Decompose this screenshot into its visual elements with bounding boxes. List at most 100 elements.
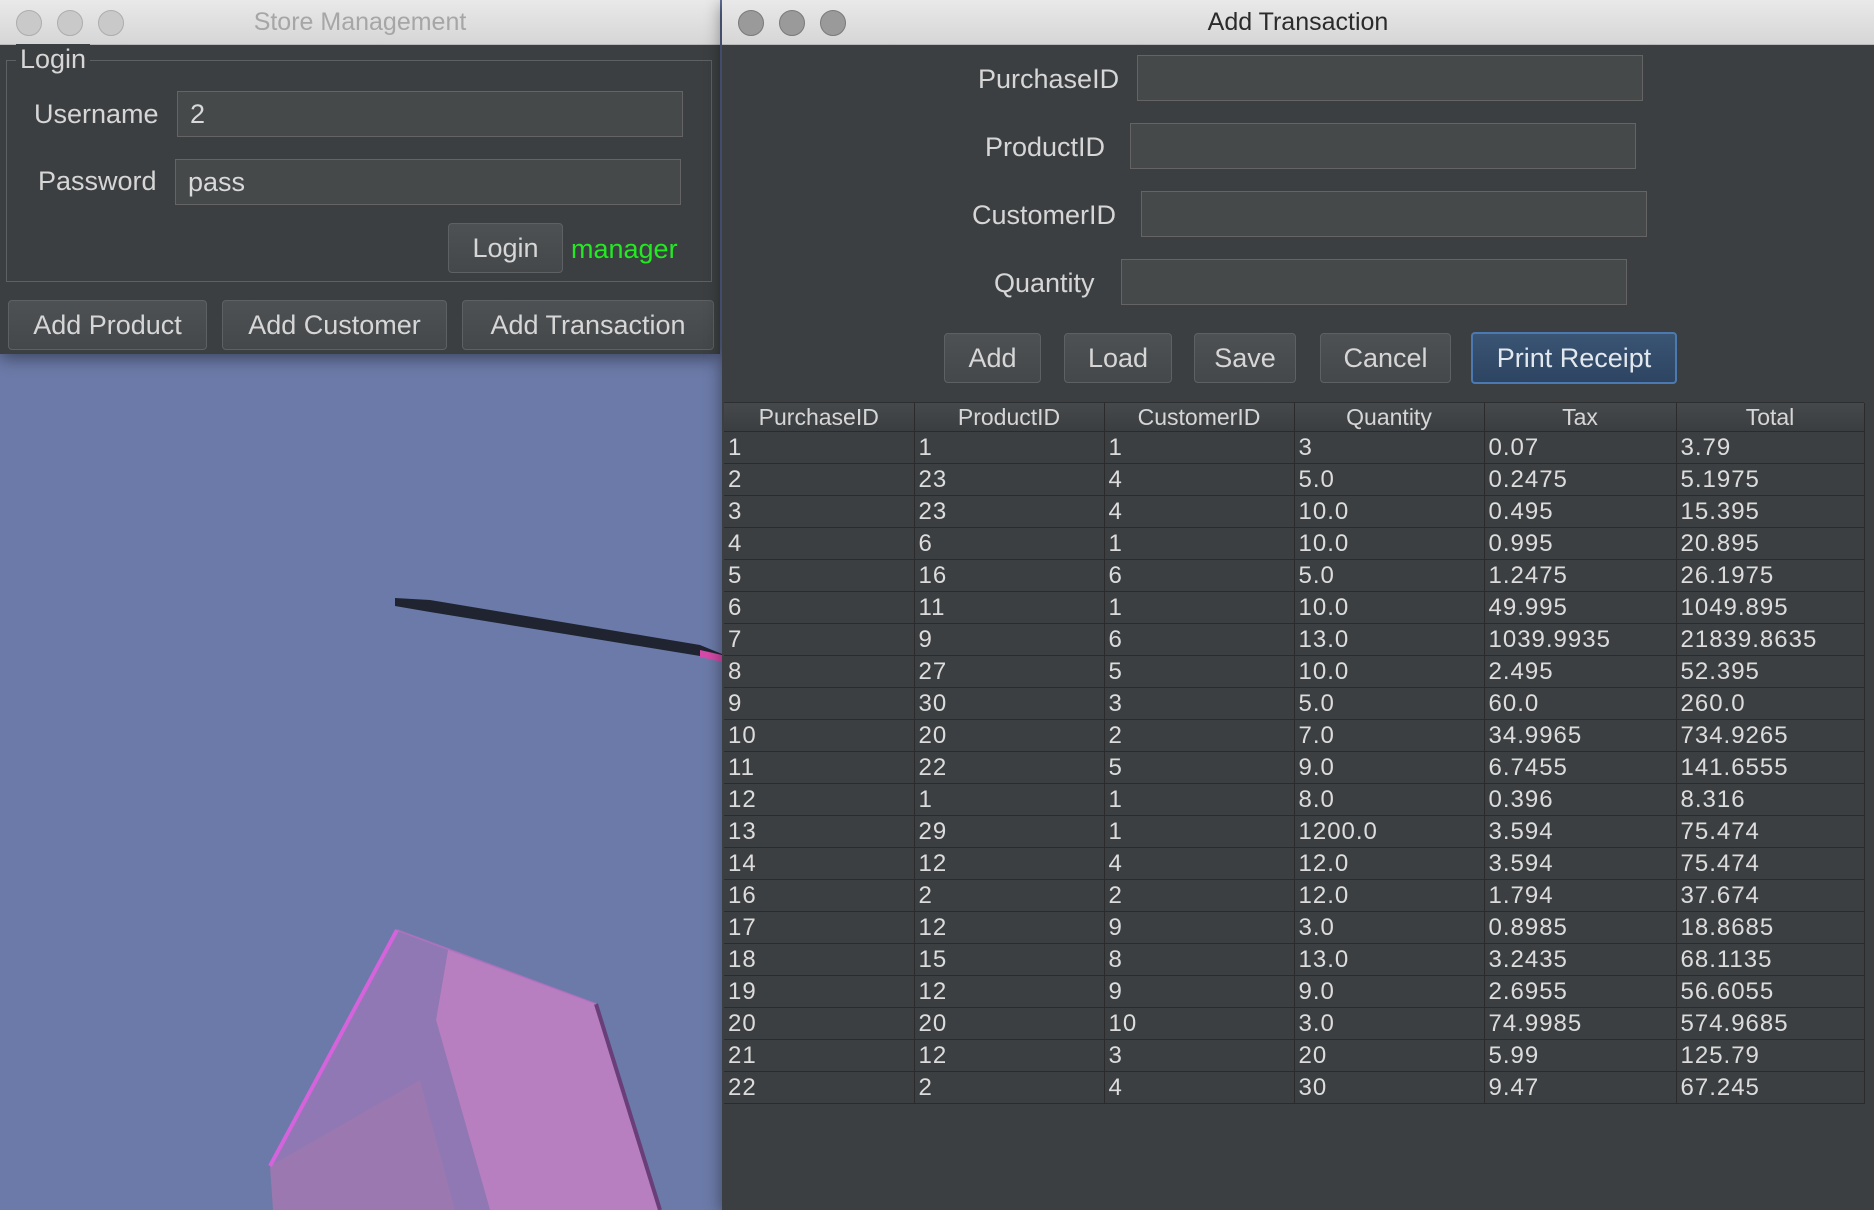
column-header-purchase-id[interactable]: PurchaseID [724,403,915,432]
tax-cell[interactable]: 3.594 [1484,847,1677,880]
table-row[interactable]: 8 27 5 10.0 2.495 52.395 [724,655,1865,688]
total-cell[interactable]: 75.474 [1676,847,1865,880]
password-field[interactable]: pass [175,159,681,205]
table-row[interactable]: 7 9 6 13.0 1039.9935 21839.8635 [724,623,1865,656]
customer-id-cell[interactable]: 3 [1104,687,1295,720]
purchase-id-cell[interactable]: 3 [724,495,915,528]
customer-id-cell[interactable]: 6 [1104,559,1295,592]
product-id-cell[interactable]: 12 [914,975,1105,1008]
tax-cell[interactable]: 34.9965 [1484,719,1677,752]
total-cell[interactable]: 68.1135 [1676,943,1865,976]
product-id-cell[interactable]: 1 [914,431,1105,464]
quantity-cell[interactable]: 13.0 [1294,623,1485,656]
zoom-window-icon[interactable] [820,10,846,36]
tax-cell[interactable]: 5.99 [1484,1039,1677,1072]
add-customer-button[interactable]: Add Customer [222,300,447,350]
total-cell[interactable]: 1049.895 [1676,591,1865,624]
purchase-id-cell[interactable]: 16 [724,879,915,912]
purchase-id-cell[interactable]: 18 [724,943,915,976]
table-row[interactable]: 2 23 4 5.0 0.2475 5.1975 [724,463,1865,496]
customer-id-cell[interactable]: 1 [1104,431,1295,464]
close-window-icon[interactable] [738,10,764,36]
purchase-id-cell[interactable]: 9 [724,687,915,720]
purchase-id-cell[interactable]: 21 [724,1039,915,1072]
product-id-cell[interactable]: 27 [914,655,1105,688]
table-row[interactable]: 20 20 10 3.0 74.9985 574.9685 [724,1007,1865,1040]
add-product-button[interactable]: Add Product [8,300,207,350]
purchase-id-cell[interactable]: 6 [724,591,915,624]
purchase-id-cell[interactable]: 1 [724,431,915,464]
total-cell[interactable]: 52.395 [1676,655,1865,688]
product-id-field[interactable] [1130,123,1636,169]
table-row[interactable]: 5 16 6 5.0 1.2475 26.1975 [724,559,1865,592]
quantity-cell[interactable]: 12.0 [1294,847,1485,880]
customer-id-cell[interactable]: 1 [1104,527,1295,560]
purchase-id-cell[interactable]: 2 [724,463,915,496]
tax-cell[interactable]: 2.6955 [1484,975,1677,1008]
tax-cell[interactable]: 0.995 [1484,527,1677,560]
tax-cell[interactable]: 0.396 [1484,783,1677,816]
customer-id-cell[interactable]: 1 [1104,783,1295,816]
tax-cell[interactable]: 9.47 [1484,1071,1677,1104]
quantity-cell[interactable]: 10.0 [1294,591,1485,624]
total-cell[interactable]: 260.0 [1676,687,1865,720]
product-id-cell[interactable]: 29 [914,815,1105,848]
tax-cell[interactable]: 74.9985 [1484,1007,1677,1040]
minimize-window-icon[interactable] [57,10,83,36]
total-cell[interactable]: 20.895 [1676,527,1865,560]
product-id-cell[interactable]: 22 [914,751,1105,784]
table-row[interactable]: 10 20 2 7.0 34.9965 734.9265 [724,719,1865,752]
quantity-cell[interactable]: 3 [1294,431,1485,464]
close-window-icon[interactable] [16,10,42,36]
tax-cell[interactable]: 1.794 [1484,879,1677,912]
purchase-id-cell[interactable]: 19 [724,975,915,1008]
purchase-id-cell[interactable]: 12 [724,783,915,816]
product-id-cell[interactable]: 20 [914,1007,1105,1040]
total-cell[interactable]: 26.1975 [1676,559,1865,592]
quantity-cell[interactable]: 3.0 [1294,1007,1485,1040]
product-id-cell[interactable]: 12 [914,1039,1105,1072]
quantity-cell[interactable]: 5.0 [1294,687,1485,720]
quantity-cell[interactable]: 30 [1294,1071,1485,1104]
tax-cell[interactable]: 3.594 [1484,815,1677,848]
quantity-cell[interactable]: 5.0 [1294,463,1485,496]
load-button[interactable]: Load [1064,333,1172,383]
total-cell[interactable]: 67.245 [1676,1071,1865,1104]
cancel-button[interactable]: Cancel [1320,333,1451,383]
total-cell[interactable]: 734.9265 [1676,719,1865,752]
customer-id-cell[interactable]: 2 [1104,879,1295,912]
table-row[interactable]: 18 15 8 13.0 3.2435 68.1135 [724,943,1865,976]
total-cell[interactable]: 37.674 [1676,879,1865,912]
add-transaction-button[interactable]: Add Transaction [462,300,714,350]
total-cell[interactable]: 574.9685 [1676,1007,1865,1040]
quantity-cell[interactable]: 5.0 [1294,559,1485,592]
quantity-cell[interactable]: 3.0 [1294,911,1485,944]
product-id-cell[interactable]: 1 [914,783,1105,816]
table-row[interactable]: 13 29 1 1200.0 3.594 75.474 [724,815,1865,848]
product-id-cell[interactable]: 2 [914,1071,1105,1104]
quantity-cell[interactable]: 1200.0 [1294,815,1485,848]
product-id-cell[interactable]: 12 [914,847,1105,880]
tax-cell[interactable]: 0.2475 [1484,463,1677,496]
total-cell[interactable]: 141.6555 [1676,751,1865,784]
zoom-window-icon[interactable] [98,10,124,36]
customer-id-cell[interactable]: 1 [1104,815,1295,848]
column-header-customer-id[interactable]: CustomerID [1104,403,1295,432]
tax-cell[interactable]: 3.2435 [1484,943,1677,976]
login-button[interactable]: Login [448,223,563,273]
table-row[interactable]: 22 2 4 30 9.47 67.245 [724,1071,1865,1104]
total-cell[interactable]: 3.79 [1676,431,1865,464]
table-row[interactable]: 17 12 9 3.0 0.8985 18.8685 [724,911,1865,944]
table-row[interactable]: 21 12 3 20 5.99 125.79 [724,1039,1865,1072]
tax-cell[interactable]: 0.495 [1484,495,1677,528]
purchase-id-field[interactable] [1137,55,1643,101]
product-id-cell[interactable]: 20 [914,719,1105,752]
purchase-id-cell[interactable]: 4 [724,527,915,560]
column-header-quantity[interactable]: Quantity [1294,403,1485,432]
column-header-product-id[interactable]: ProductID [914,403,1105,432]
table-row[interactable]: 3 23 4 10.0 0.495 15.395 [724,495,1865,528]
table-row[interactable]: 14 12 4 12.0 3.594 75.474 [724,847,1865,880]
customer-id-cell[interactable]: 5 [1104,751,1295,784]
total-cell[interactable]: 75.474 [1676,815,1865,848]
product-id-cell[interactable]: 6 [914,527,1105,560]
